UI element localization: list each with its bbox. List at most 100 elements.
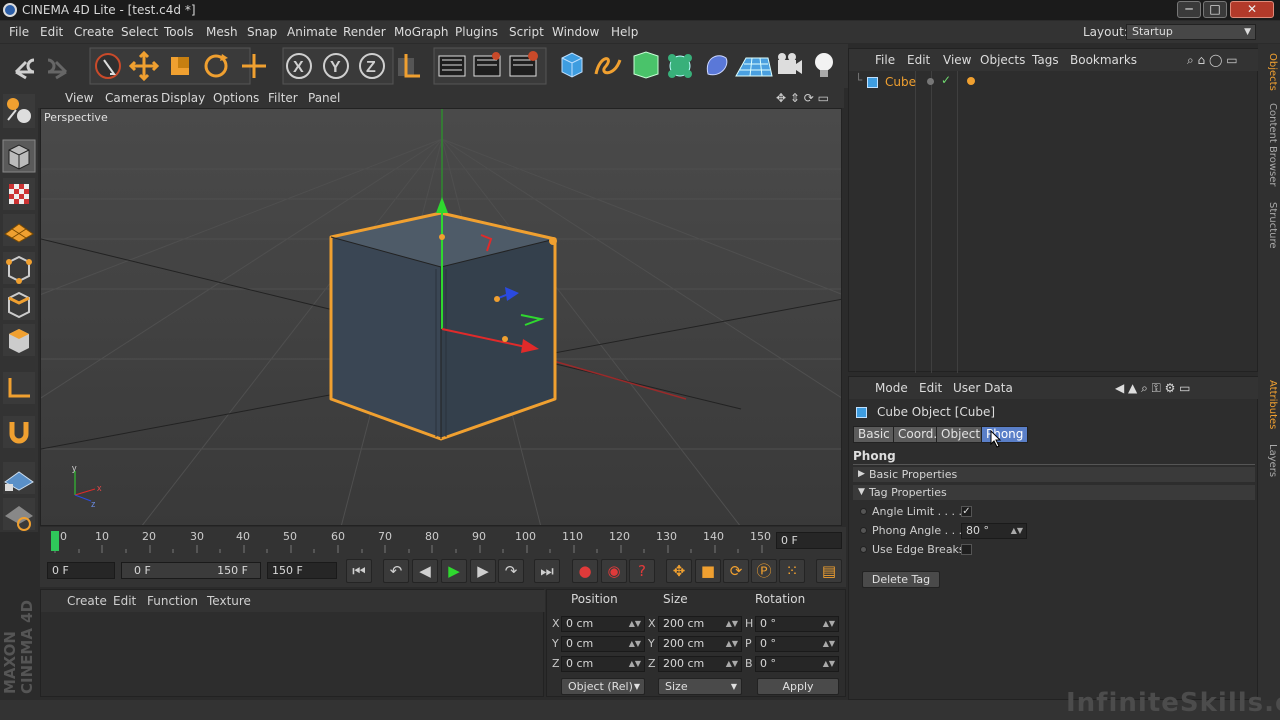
current-frame-field[interactable]: 0 F (776, 532, 842, 549)
viewport-menu-display[interactable]: Display (161, 88, 205, 108)
viewport-menu-options[interactable]: Options (213, 88, 259, 108)
menu-mograph[interactable]: MoGraph (394, 21, 449, 43)
size-x-field[interactable]: 200 cm ▲▼ (658, 616, 742, 632)
object-menu-objects[interactable]: Objects (980, 49, 1025, 71)
go-to-start-button[interactable]: ⏮ (346, 559, 372, 583)
object-menu-edit[interactable]: Edit (907, 49, 930, 71)
rot-b-field[interactable]: 0 ° ▲▼ (755, 656, 839, 672)
object-search-icon[interactable]: ⌕ ⌂ ◯ ▭ (1187, 49, 1238, 71)
next-frame-button[interactable]: ▶ (470, 559, 496, 583)
key-position-button[interactable]: ✥ (666, 559, 692, 583)
delete-tag-button[interactable]: Delete Tag (862, 571, 940, 588)
attr-menu-user-data[interactable]: User Data (953, 377, 1013, 399)
timeline-ruler[interactable]: 0 10 20 30 40 50 60 70 80 90 100 110 120… (40, 527, 846, 555)
attr-nav-icons[interactable]: ◀ ▲ ⌕ ⚿ ⚙ ▭ (1115, 377, 1190, 399)
size-y-field[interactable]: 200 cm ▲▼ (658, 636, 742, 652)
timeline-window-button[interactable]: ▤ (816, 559, 842, 583)
keyframe-dot-icon[interactable] (860, 508, 867, 515)
menu-create[interactable]: Create (74, 21, 114, 43)
size-mode-select[interactable]: Size ▼ (658, 678, 742, 695)
material-menu-edit[interactable]: Edit (113, 590, 136, 612)
size-z-field[interactable]: 200 cm ▲▼ (658, 656, 742, 672)
key-scale-button[interactable]: ■ (695, 559, 721, 583)
menu-window[interactable]: Window (552, 21, 599, 43)
tab-object[interactable]: Object (936, 426, 986, 443)
render-view-icon (438, 55, 466, 77)
apply-button[interactable]: Apply (757, 678, 839, 695)
side-tab-content-browser[interactable]: Content Browser (1260, 100, 1278, 190)
redo-icon (47, 58, 68, 80)
viewport-menu-filter[interactable]: Filter (268, 88, 298, 108)
key-pla-button[interactable]: ⁙ (779, 559, 805, 583)
menu-mesh[interactable]: Mesh (206, 21, 238, 43)
group-basic-properties[interactable]: ▶ Basic Properties (853, 467, 1255, 482)
menu-animate[interactable]: Animate (287, 21, 337, 43)
side-tab-attributes[interactable]: Attributes (1260, 378, 1278, 432)
previous-frame-button[interactable]: ◀ (412, 559, 438, 583)
object-row-cube[interactable]: └ Cube ✓ (855, 73, 1255, 91)
layout-select[interactable]: Startup ▼ (1126, 24, 1256, 40)
tab-coord[interactable]: Coord. (893, 426, 943, 443)
keyframe-selection-button[interactable]: ? (629, 559, 655, 583)
checkmark-icon[interactable]: ✓ (941, 73, 951, 87)
viewport-nav-icon[interactable]: ✥ ⇕ ⟳ ▭ (776, 88, 829, 108)
viewport-menu-panel[interactable]: Panel (308, 88, 340, 108)
previous-key-button[interactable]: ↶ (383, 559, 409, 583)
attr-menu-edit[interactable]: Edit (919, 377, 942, 399)
tab-basic[interactable]: Basic (853, 426, 895, 443)
keyframe-dot-icon[interactable] (860, 527, 867, 534)
use-edge-breaks-checkbox[interactable] (961, 544, 972, 555)
viewport[interactable]: y x z Perspective (40, 108, 842, 526)
object-menu-view[interactable]: View (943, 49, 971, 71)
material-menu-create[interactable]: Create (67, 590, 107, 612)
menu-script[interactable]: Script (509, 21, 544, 43)
minimize-button[interactable]: ─ (1177, 1, 1201, 18)
menu-tools[interactable]: Tools (164, 21, 194, 43)
keyframe-dot-icon[interactable] (860, 546, 867, 553)
material-menu-function[interactable]: Function (147, 590, 198, 612)
group-tag-properties[interactable]: ▼ Tag Properties (853, 485, 1255, 500)
material-menu-texture[interactable]: Texture (207, 590, 251, 612)
visibility-dot-icon[interactable] (927, 78, 934, 85)
menu-snap[interactable]: Snap (247, 21, 277, 43)
rot-p-field[interactable]: 0 ° ▲▼ (755, 636, 839, 652)
start-frame-field[interactable]: 0 F (47, 562, 115, 579)
next-key-button[interactable]: ↷ (498, 559, 524, 583)
menu-edit[interactable]: Edit (40, 21, 63, 43)
object-menu-file[interactable]: File (875, 49, 895, 71)
object-menu-tags[interactable]: Tags (1032, 49, 1059, 71)
pos-z-field[interactable]: 0 cm ▲▼ (561, 656, 645, 672)
key-parameter-button[interactable]: Ⓟ (751, 559, 777, 583)
menu-file[interactable]: File (9, 21, 29, 43)
object-menu-bookmarks[interactable]: Bookmarks (1070, 49, 1137, 71)
angle-limit-checkbox[interactable]: ✓ (961, 506, 972, 517)
coordinate-mode-select[interactable]: Object (Rel) ▼ (561, 678, 645, 695)
side-tab-structure[interactable]: Structure (1260, 200, 1278, 250)
pos-y-field[interactable]: 0 cm ▲▼ (561, 636, 645, 652)
phong-angle-field[interactable]: 80 ° ▲▼ (961, 523, 1027, 539)
menu-plugins[interactable]: Plugins (455, 21, 498, 43)
key-rotation-button[interactable]: ⟳ (723, 559, 749, 583)
maximize-button[interactable]: □ (1203, 1, 1227, 18)
side-tab-layers[interactable]: Layers (1260, 442, 1278, 480)
pos-x-field[interactable]: 0 cm ▲▼ (561, 616, 645, 632)
pos-y-value: 0 cm (566, 637, 594, 650)
menu-render[interactable]: Render (343, 21, 386, 43)
scale-icon: ■ (700, 562, 716, 580)
side-tab-objects[interactable]: Objects (1260, 50, 1278, 94)
phong-tag-icon[interactable] (967, 77, 975, 85)
record-button[interactable]: ● (572, 559, 598, 583)
menu-select[interactable]: Select (121, 21, 158, 43)
tab-phong[interactable]: Phong (981, 426, 1029, 443)
go-to-end-button[interactable]: ⏭ (534, 559, 560, 583)
autokey-button[interactable]: ◉ (601, 559, 627, 583)
frame-range-slider[interactable]: 0 F 150 F (121, 562, 261, 579)
menu-help[interactable]: Help (611, 21, 638, 43)
rot-h-field[interactable]: 0 ° ▲▼ (755, 616, 839, 632)
viewport-menu-view[interactable]: View (65, 88, 93, 108)
close-button[interactable]: ✕ (1230, 1, 1274, 18)
play-button[interactable]: ▶ (441, 559, 467, 583)
viewport-menu-cameras[interactable]: Cameras (105, 88, 158, 108)
attr-menu-mode[interactable]: Mode (875, 377, 908, 399)
end-frame-field[interactable]: 150 F (267, 562, 337, 579)
